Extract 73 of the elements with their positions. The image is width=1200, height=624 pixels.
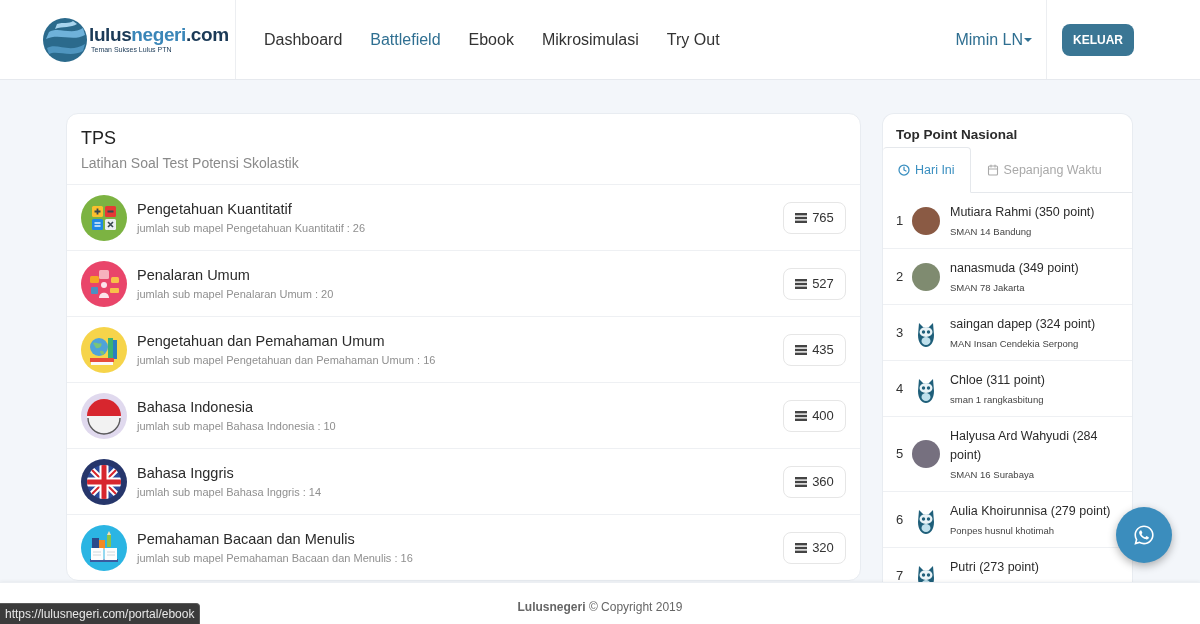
subject-subtitle: jumlah sub mapel Pengetahuan dan Pemahaman Umum : 16	[137, 353, 436, 368]
leader-name: saingan dapep (324 point)	[950, 316, 1096, 333]
leader-name: Putri (273 point)	[950, 559, 1039, 576]
subject-subtitle: jumlah sub mapel Pengetahuan Kuantitatif : 26	[137, 221, 366, 236]
rank-number: 4	[896, 380, 905, 397]
leader-name: Mutiara Rahmi (350 point)	[950, 204, 1095, 221]
speech-bubbles-icon	[81, 260, 127, 307]
list-icon	[795, 410, 808, 421]
rank-number: 2	[896, 268, 905, 285]
card-title: TPS	[81, 127, 117, 150]
leader-school: SMAN 14 Bandung	[950, 225, 1033, 238]
leader-school: SMAN 78 Jakarta	[950, 281, 1026, 294]
card-subtitle: Latihan Soal Test Potensi Skolastik	[81, 154, 300, 173]
rank-number: 6	[896, 511, 905, 528]
leader-school: SMAN 16 Surabaya	[950, 468, 1035, 481]
list-icon	[795, 278, 808, 289]
nav-link[interactable]: Try Out	[666, 29, 720, 50]
subject-subtitle: jumlah sub mapel Bahasa Inggris : 14	[137, 485, 322, 500]
logo-icon	[43, 17, 87, 62]
subject-title[interactable]: Pengetahuan Kuantitatif	[137, 199, 366, 219]
leader-school: MAN Insan Cendekia Serpong	[950, 337, 1080, 350]
caret-down-icon	[1024, 37, 1032, 42]
nav-link[interactable]: Ebook	[468, 29, 514, 50]
chat-button[interactable]	[1116, 507, 1172, 563]
status-bar-url: https://lulusnegeri.com/portal/ebook	[0, 603, 201, 624]
nav-link[interactable]: Dashboard	[264, 29, 343, 50]
leader-school: Ponpes husnul khotimah	[950, 524, 1056, 537]
calendar-icon	[986, 164, 999, 176]
chat-phone-icon	[1133, 524, 1155, 546]
subject-title[interactable]: Penalaran Umum	[137, 265, 334, 285]
subject-title[interactable]: Pengetahuan dan Pemahaman Umum	[137, 331, 436, 351]
question-count-button[interactable]: 527	[783, 267, 846, 300]
question-count-button[interactable]: 765	[783, 201, 846, 234]
open-book-icon	[81, 524, 127, 571]
leader-name: Halyusa Ard Wahyudi (284 point)	[950, 428, 1099, 464]
question-count-button[interactable]: 435	[783, 333, 846, 366]
leader-name: nanasmuda (349 point)	[950, 260, 1079, 277]
rank-number: 3	[896, 324, 905, 341]
rank-number: 1	[896, 212, 905, 229]
leaderboard-tab[interactable]: Hari Ini	[883, 147, 971, 193]
flag-icon	[81, 392, 127, 439]
nav-link[interactable]: Mikrosimulasi	[541, 29, 639, 50]
calculator-icon	[81, 194, 127, 241]
subject-subtitle: jumlah sub mapel Penalaran Umum : 20	[137, 287, 334, 302]
clock-icon	[898, 164, 910, 176]
logo-wordmark: lulusnegeri.com	[89, 25, 229, 45]
question-count-button[interactable]: 320	[783, 531, 846, 564]
subject-title[interactable]: Bahasa Inggris	[137, 463, 322, 483]
subject-title[interactable]: Pemahaman Bacaan dan Menulis	[137, 529, 413, 549]
list-icon	[795, 476, 808, 487]
rank-number: 7	[896, 567, 905, 582]
list-icon	[795, 542, 808, 553]
subject-subtitle: jumlah sub mapel Pemahaman Bacaan dan Menulis : 16	[137, 551, 413, 566]
question-count-button[interactable]: 400	[783, 399, 846, 432]
avatar-photo	[912, 206, 940, 235]
user-menu-button[interactable]: Mimin LN	[955, 29, 1032, 50]
question-count-button[interactable]: 360	[783, 465, 846, 498]
union-flag-icon	[81, 458, 127, 505]
copyright-text: Lulusnegeri © Copyright 2019	[517, 599, 683, 616]
leaderboard-title: Top Point Nasional	[896, 127, 1018, 142]
leader-name: Aulia Khoirunnisa (279 point)	[950, 503, 1111, 520]
globe-books-icon	[81, 326, 127, 373]
logout-button[interactable]: KELUAR	[1062, 23, 1134, 56]
subject-title[interactable]: Bahasa Indonesia	[137, 397, 336, 417]
subject-subtitle: jumlah sub mapel Bahasa Indonesia : 10	[137, 419, 336, 434]
leader-school: sman 1 rangkasbitung	[950, 393, 1045, 406]
list-icon	[795, 212, 808, 223]
rank-number: 5	[896, 446, 905, 462]
avatar-photo	[912, 440, 940, 468]
nav-link[interactable]: Battlefield	[370, 29, 441, 50]
list-icon	[795, 344, 808, 355]
leader-name: Chloe (311 point)	[950, 372, 1045, 389]
avatar-photo	[912, 262, 940, 291]
